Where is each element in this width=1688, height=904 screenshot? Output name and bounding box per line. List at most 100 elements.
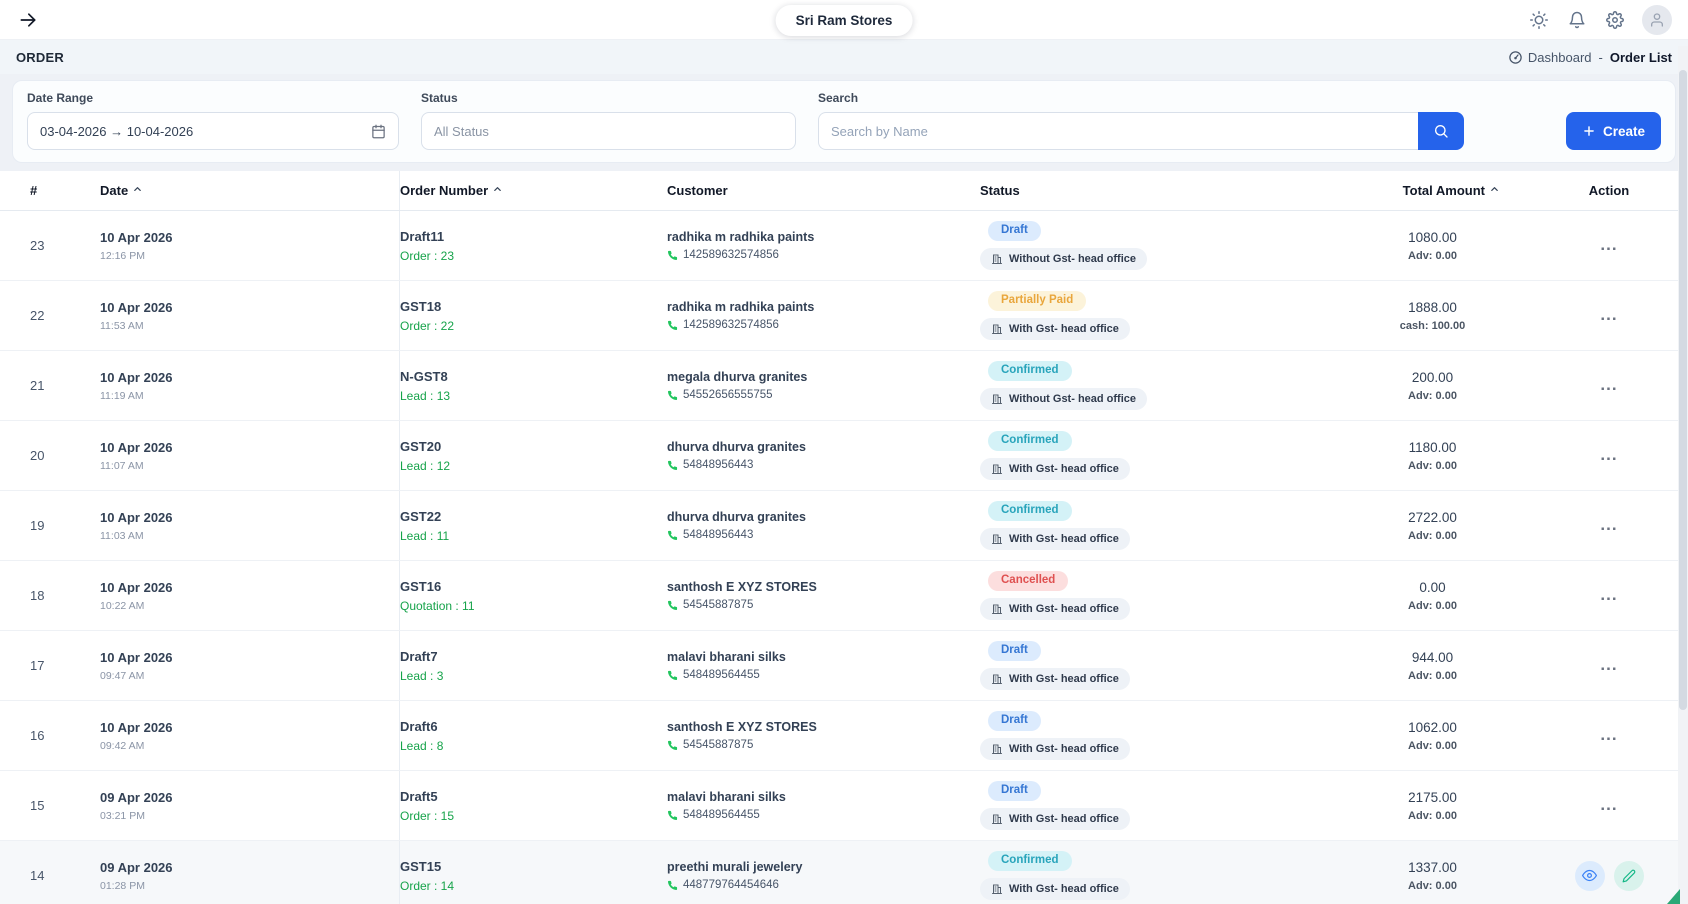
advance-amount: Adv: 0.00 — [1408, 390, 1457, 402]
breadcrumb-dashboard-link[interactable]: Dashboard — [1508, 50, 1592, 65]
gst-branch-label: Without Gst- head office — [1009, 253, 1136, 265]
row-actions-menu-icon[interactable]: ... — [1596, 586, 1621, 605]
row-actions-menu-icon[interactable]: ... — [1596, 376, 1621, 395]
order-date: 10 Apr 2026 — [100, 580, 399, 595]
sort-chevron-up-icon[interactable] — [492, 184, 503, 195]
row-actions-menu-icon[interactable]: ... — [1596, 726, 1621, 745]
row-actions-menu-icon[interactable]: ... — [1596, 306, 1621, 325]
building-icon — [991, 743, 1003, 755]
table-row[interactable]: 18 10 Apr 2026 10:22 AM GST16 Quotation … — [0, 561, 1688, 631]
row-actions-menu-icon[interactable]: ... — [1596, 656, 1621, 675]
advance-amount: Adv: 0.00 — [1408, 600, 1457, 612]
row-actions-menu-icon[interactable]: ... — [1596, 446, 1621, 465]
col-header-total-amount[interactable]: Total Amount — [1325, 171, 1540, 210]
row-number: 15 — [16, 771, 100, 840]
header-actions — [1528, 5, 1672, 35]
store-name-pill[interactable]: Sri Ram Stores — [776, 5, 913, 36]
profile-avatar[interactable] — [1642, 5, 1672, 35]
breadcrumb: Dashboard - Order List — [1508, 50, 1672, 65]
sidebar-toggle-arrow-icon[interactable] — [16, 8, 40, 32]
total-amount: 1180.00 — [1409, 440, 1457, 455]
status-select[interactable]: All Status — [421, 112, 796, 150]
customer-phone: 54545887875 — [683, 599, 753, 611]
sort-chevron-up-icon[interactable] — [132, 184, 143, 195]
order-time: 09:47 AM — [100, 670, 399, 682]
order-time: 10:22 AM — [100, 600, 399, 612]
total-amount: 0.00 — [1419, 580, 1445, 595]
order-date-cell: 10 Apr 2026 09:47 AM — [100, 631, 400, 700]
view-eye-icon[interactable] — [1575, 861, 1605, 891]
row-actions-menu-icon[interactable]: ... — [1596, 516, 1621, 535]
date-range-input[interactable]: 03-04-2026 → 10-04-2026 — [27, 112, 399, 150]
col-header-order-number[interactable]: Order Number — [400, 171, 667, 210]
gst-branch-label: With Gst- head office — [1009, 533, 1119, 545]
table-row[interactable]: 21 10 Apr 2026 11:19 AM N-GST8 Lead : 13… — [0, 351, 1688, 421]
notifications-bell-icon[interactable] — [1566, 9, 1588, 31]
order-date: 10 Apr 2026 — [100, 230, 399, 245]
table-row[interactable]: 17 10 Apr 2026 09:47 AM Draft7 Lead : 3 … — [0, 631, 1688, 701]
customer-name: malavi bharani silks — [667, 650, 980, 664]
status-cell: Partially Paid With Gst- head office — [980, 281, 1325, 350]
order-date: 10 Apr 2026 — [100, 370, 399, 385]
customer-name: megala dhurva granites — [667, 370, 980, 384]
action-cell: ... — [1540, 631, 1678, 700]
table-row[interactable]: 20 10 Apr 2026 11:07 AM GST20 Lead : 12 … — [0, 421, 1688, 491]
breadcrumb-current: Order List — [1610, 50, 1672, 65]
customer-phone: 54848956443 — [683, 529, 753, 541]
order-reference: Order : 14 — [400, 879, 667, 893]
search-label: Search — [818, 91, 1464, 105]
status-badge: Confirmed — [988, 431, 1072, 451]
settings-gear-icon[interactable] — [1604, 9, 1626, 31]
vertical-scrollbar[interactable] — [1678, 46, 1688, 904]
status-badge: Confirmed — [988, 501, 1072, 521]
calendar-icon — [371, 124, 386, 139]
customer-phone: 548489564455 — [683, 669, 760, 681]
row-number: 17 — [16, 631, 100, 700]
gst-branch-pill: With Gst- head office — [980, 528, 1130, 550]
amount-cell: 1062.00 Adv: 0.00 — [1325, 701, 1540, 770]
gst-branch-label: With Gst- head office — [1009, 463, 1119, 475]
status-cell: Confirmed With Gst- head office — [980, 841, 1325, 904]
order-number: Draft7 — [400, 649, 667, 664]
order-reference: Lead : 12 — [400, 459, 667, 473]
breadcrumb-bar: ORDER Dashboard - Order List — [0, 40, 1688, 74]
action-cell: ... — [1540, 491, 1678, 560]
status-badge: Cancelled — [988, 571, 1068, 591]
user-icon — [1649, 12, 1665, 28]
order-date: 09 Apr 2026 — [100, 790, 399, 805]
row-number: 22 — [16, 281, 100, 350]
table-row[interactable]: 15 09 Apr 2026 03:21 PM Draft5 Order : 1… — [0, 771, 1688, 841]
customer-cell: malavi bharani silks 548489564455 — [667, 631, 980, 700]
table-row[interactable]: 22 10 Apr 2026 11:53 AM GST18 Order : 22… — [0, 281, 1688, 351]
table-row[interactable]: 14 09 Apr 2026 01:28 PM GST15 Order : 14… — [0, 841, 1688, 904]
status-cell: Draft With Gst- head office — [980, 631, 1325, 700]
order-time: 11:07 AM — [100, 460, 399, 472]
col-header-status: Status — [980, 171, 1325, 210]
status-badge: Confirmed — [988, 851, 1072, 871]
search-button[interactable] — [1418, 112, 1464, 150]
plus-icon — [1582, 124, 1596, 138]
row-actions-menu-icon[interactable]: ... — [1596, 796, 1621, 815]
row-actions-menu-icon[interactable]: ... — [1596, 236, 1621, 255]
table-row[interactable]: 19 10 Apr 2026 11:03 AM GST22 Lead : 11 … — [0, 491, 1688, 561]
customer-name: dhurva dhurva granites — [667, 440, 980, 454]
customer-cell: megala dhurva granites 54552656555755 — [667, 351, 980, 420]
order-date: 10 Apr 2026 — [100, 650, 399, 665]
sort-chevron-up-icon[interactable] — [1489, 184, 1500, 195]
customer-phone: 54848956443 — [683, 459, 753, 471]
col-header-date[interactable]: Date — [100, 171, 400, 210]
gst-branch-pill: With Gst- head office — [980, 738, 1130, 760]
total-amount: 2722.00 — [1408, 510, 1457, 525]
table-row[interactable]: 23 10 Apr 2026 12:16 PM Draft11 Order : … — [0, 211, 1688, 281]
amount-cell: 0.00 Adv: 0.00 — [1325, 561, 1540, 630]
table-row[interactable]: 16 10 Apr 2026 09:42 AM Draft6 Lead : 8 … — [0, 701, 1688, 771]
scrollbar-thumb[interactable] — [1679, 70, 1687, 710]
search-input[interactable] — [818, 112, 1418, 150]
customer-phone: 142589632574856 — [683, 319, 779, 331]
status-label: Status — [421, 91, 796, 105]
status-cell: Confirmed With Gst- head office — [980, 421, 1325, 490]
edit-pencil-icon[interactable] — [1614, 861, 1644, 891]
theme-sun-icon[interactable] — [1528, 9, 1550, 31]
create-button[interactable]: Create — [1566, 112, 1661, 150]
customer-name: santhosh E XYZ STORES — [667, 580, 980, 594]
